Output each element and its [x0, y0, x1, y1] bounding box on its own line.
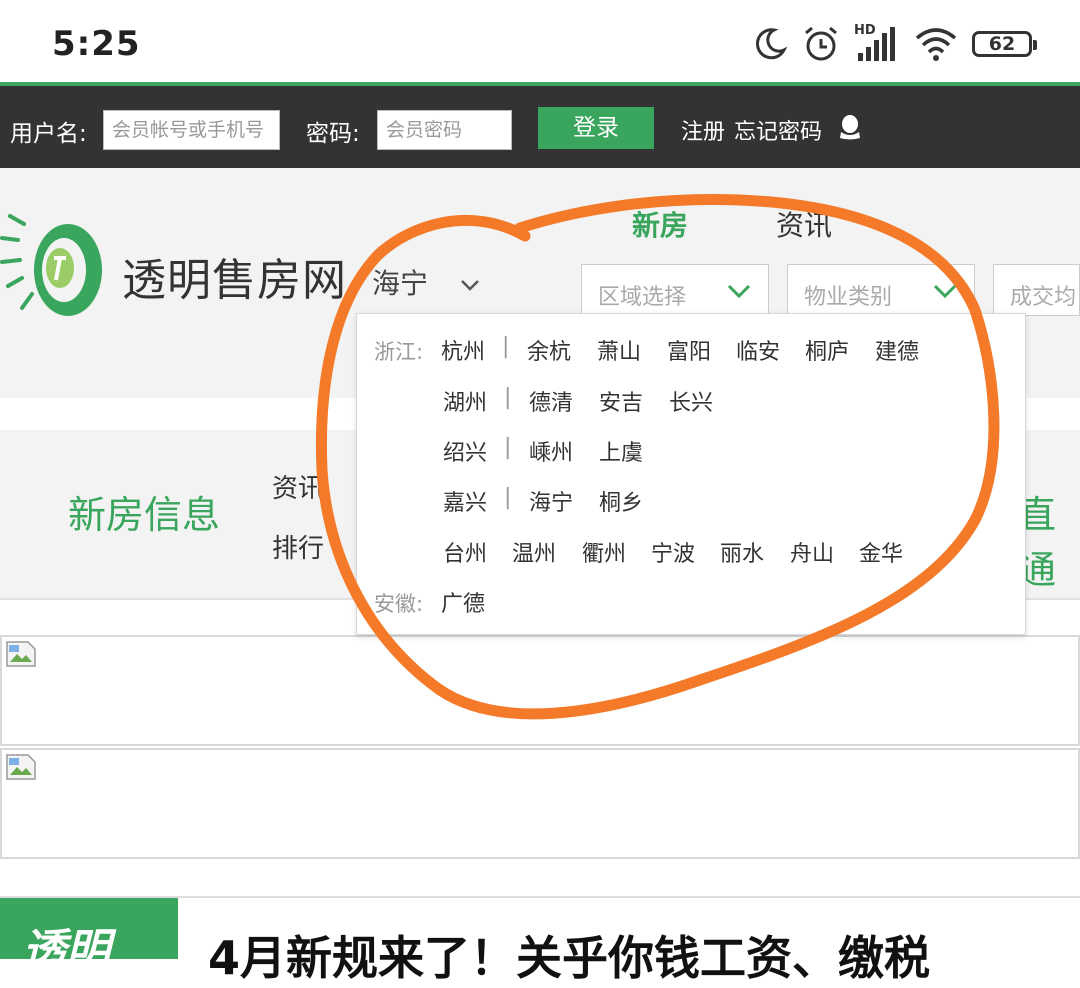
- city-shangyu[interactable]: 上虞: [599, 435, 643, 467]
- city-jiande[interactable]: 建德: [875, 334, 919, 366]
- broken-image-icon: [6, 641, 36, 667]
- status-icons: HD 62: [752, 22, 1037, 66]
- login-button[interactable]: 登录: [538, 107, 654, 149]
- deal-price-select[interactable]: 成交均: [993, 264, 1080, 316]
- password-input[interactable]: 会员密码: [377, 110, 512, 150]
- deal-price-label: 成交均: [1010, 285, 1077, 310]
- city-taizhou[interactable]: 台州: [443, 536, 487, 568]
- separator: |: [504, 385, 512, 410]
- chevron-down-icon: [727, 284, 751, 299]
- city-huzhou[interactable]: 湖州: [443, 385, 487, 417]
- site-logo-icon[interactable]: [0, 210, 110, 322]
- register-link[interactable]: 注册: [681, 114, 725, 146]
- city-xiaoshan[interactable]: 萧山: [597, 334, 641, 366]
- property-type-label: 物业类别: [804, 285, 893, 310]
- city-ningbo[interactable]: 宁波: [651, 536, 695, 568]
- city-jinhua[interactable]: 金华: [859, 536, 903, 568]
- property-type-select[interactable]: 物业类别: [787, 264, 975, 316]
- city-deqing[interactable]: 德清: [529, 385, 573, 417]
- city-quzhou[interactable]: 衢州: [582, 536, 626, 568]
- section-link-news[interactable]: 资讯: [272, 468, 324, 505]
- city-guangde[interactable]: 广德: [441, 586, 485, 618]
- province-zhejiang: 浙江:: [374, 340, 424, 364]
- alarm-icon: [805, 26, 837, 61]
- separator: |: [504, 435, 512, 460]
- separator: |: [504, 485, 512, 510]
- signal-icon: HD: [854, 23, 900, 63]
- city-shengzhou[interactable]: 嵊州: [529, 435, 573, 467]
- moon-icon: [755, 28, 788, 60]
- city-fuyang[interactable]: 富阳: [667, 334, 711, 366]
- city-wenzhou[interactable]: 温州: [512, 536, 556, 568]
- section-link-rank[interactable]: 排行: [272, 528, 324, 565]
- city-tongxiang[interactable]: 桐乡: [599, 485, 643, 517]
- article-thumbnail[interactable]: 透明: [0, 898, 178, 959]
- banner-image-2[interactable]: [0, 748, 1080, 859]
- city-linan[interactable]: 临安: [736, 334, 780, 366]
- username-label: 用户名:: [10, 121, 87, 147]
- city-haining[interactable]: 海宁: [529, 485, 573, 517]
- nav-news[interactable]: 资讯: [776, 204, 832, 244]
- city-lishui[interactable]: 丽水: [720, 536, 764, 568]
- current-city: 海宁: [372, 267, 429, 300]
- city-changxing[interactable]: 长兴: [669, 385, 713, 417]
- battery-icon: 62: [972, 31, 1037, 57]
- forgot-password-link[interactable]: 忘记密码: [734, 114, 822, 146]
- battery-level: 62: [988, 33, 1016, 55]
- nav-new-house[interactable]: 新房: [632, 204, 688, 244]
- chevron-down-icon: [461, 280, 479, 291]
- city-jiaxing[interactable]: 嘉兴: [443, 485, 487, 517]
- city-shaoxing[interactable]: 绍兴: [443, 435, 487, 467]
- username-input[interactable]: 会员帐号或手机号: [103, 110, 280, 150]
- article-title[interactable]: 4月新规来了！关乎你钱工资、缴税: [208, 922, 930, 988]
- city-anji[interactable]: 安吉: [599, 385, 643, 417]
- city-selector[interactable]: 海宁: [372, 262, 481, 302]
- city-hangzhou[interactable]: 杭州: [441, 334, 485, 366]
- broken-image-icon: [6, 754, 36, 780]
- chevron-down-icon: [933, 284, 957, 299]
- city-yuhang[interactable]: 余杭: [527, 334, 571, 366]
- section-title[interactable]: 新房信息: [68, 484, 220, 539]
- city-tonglu[interactable]: 桐庐: [805, 334, 849, 366]
- wifi-icon: [915, 28, 957, 61]
- qq-icon[interactable]: [838, 114, 862, 142]
- region-select[interactable]: 区域选择: [581, 264, 769, 316]
- banner-image-1[interactable]: [0, 635, 1080, 746]
- section-right-link[interactable]: 直通: [1018, 484, 1080, 594]
- province-anhui: 安徽:: [374, 592, 424, 616]
- region-select-label: 区域选择: [598, 285, 687, 310]
- password-label: 密码:: [306, 121, 360, 147]
- status-time: 5:25: [52, 24, 141, 64]
- city-zhoushan[interactable]: 舟山: [790, 536, 834, 568]
- separator: |: [502, 334, 510, 359]
- article-thumbnail-text: 透明: [22, 925, 110, 959]
- site-name[interactable]: 透明售房网: [122, 244, 347, 308]
